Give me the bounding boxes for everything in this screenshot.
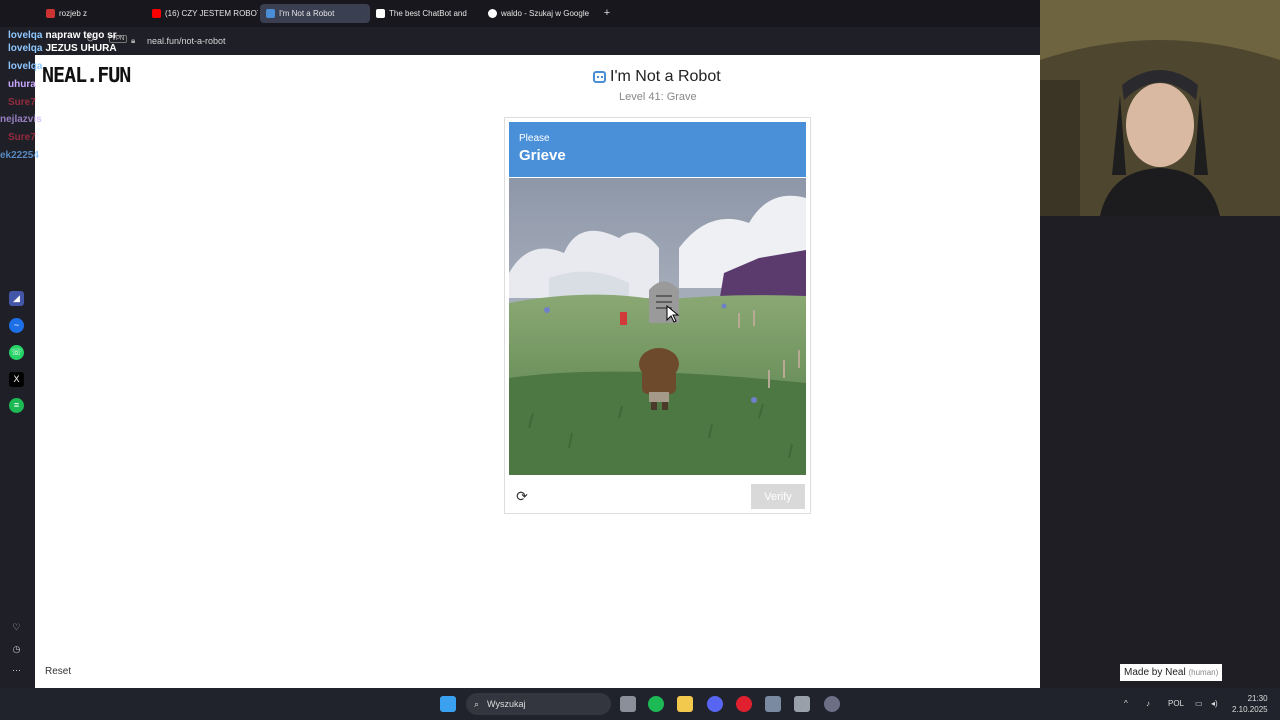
x-twitter-icon[interactable]: X	[9, 372, 24, 387]
page-title: I'm Not a Robot	[593, 68, 721, 86]
more-icon[interactable]: ⋯	[10, 664, 23, 677]
neal-fun-logo[interactable]: NEAL.FUN	[42, 63, 131, 87]
made-by-neal-badge[interactable]: Made by Neal (human)	[1120, 664, 1223, 681]
taskbar-search[interactable]: ⌕ Wyszukaj	[466, 693, 611, 715]
webcam-feed	[1040, 0, 1280, 216]
chat-message: ek22254	[0, 150, 42, 161]
refresh-icon[interactable]: ⟳	[514, 488, 530, 504]
app-icon[interactable]	[765, 696, 781, 712]
captcha-header: Please Grieve	[509, 122, 806, 177]
tab-5[interactable]: waldo - Szukaj w Google	[482, 4, 596, 23]
robot-icon	[593, 71, 606, 83]
level-subtitle: Level 41: Grave	[619, 91, 697, 103]
chat-message: Sure7	[8, 97, 39, 108]
grave-scene-image	[509, 178, 806, 475]
chat-text: napraw tego sr	[45, 30, 117, 41]
spotify-icon[interactable]: ≡	[9, 398, 24, 413]
chatbot-icon	[376, 9, 385, 18]
reset-button[interactable]: Reset	[45, 666, 71, 677]
clock-date: 2.10.2025	[1232, 705, 1268, 714]
captcha-challenge-word: Grieve	[519, 147, 566, 164]
task-view-icon[interactable]	[620, 696, 636, 712]
tab-4[interactable]: The best ChatBot and	[370, 4, 482, 23]
chat-message: Sure7	[8, 132, 39, 143]
chat-username: uhura	[8, 79, 36, 90]
taskbar-clock[interactable]: 21:30 2.10.2025	[1232, 693, 1268, 715]
opera-gx-icon[interactable]	[736, 696, 752, 712]
captcha-box: Please Grieve ⟳ Verify	[504, 117, 811, 514]
heart-icon[interactable]: ♡	[10, 621, 23, 634]
tab-1[interactable]: rozjeb z	[40, 4, 146, 23]
search-placeholder: Wyszukaj	[487, 699, 526, 709]
spotify-taskbar-icon[interactable]	[648, 696, 664, 712]
chat-username: Sure7	[8, 97, 36, 108]
address-bar: ↻ VPN 🔒︎ neal.fun/not-a-robot	[0, 27, 1040, 55]
discord-icon[interactable]	[707, 696, 723, 712]
tab-label: I'm Not a Robot	[279, 9, 335, 18]
aria-icon[interactable]: ◢	[9, 291, 24, 306]
tab-label: The best ChatBot and	[389, 9, 467, 18]
lock-icon: 🔒︎	[131, 36, 136, 45]
windows-start-icon[interactable]	[440, 696, 456, 712]
browser-tab-bar: rozjeb z (16) CZY JESTEM ROBOTEM I'm Not…	[0, 0, 1040, 27]
tab-label: rozjeb z	[59, 9, 88, 18]
chat-username: lovelqa	[8, 43, 43, 54]
verify-button[interactable]: Verify	[751, 484, 805, 509]
tab-label: (16) CZY JESTEM ROBOTEM	[165, 9, 258, 18]
page-title-text: I'm Not a Robot	[610, 68, 721, 85]
volume-icon[interactable]: ◂)	[1211, 699, 1218, 708]
file-explorer-icon[interactable]	[677, 696, 693, 712]
chat-message: nejlazvis	[0, 114, 45, 125]
chat-text: JEZUS UHURA	[45, 43, 117, 54]
tray-chevron-icon[interactable]: ^	[1124, 699, 1128, 708]
network-icon[interactable]: ▭	[1195, 699, 1203, 708]
language-indicator[interactable]: POL	[1168, 699, 1184, 708]
chat-message: uhura	[8, 79, 39, 90]
chat-username: nejlazvis	[0, 114, 42, 125]
microphone-icon[interactable]: ♪	[1146, 699, 1150, 708]
tab-label: waldo - Szukaj w Google	[501, 9, 590, 18]
made-by-text: Made by Neal	[1124, 667, 1186, 678]
captcha-footer: ⟳ Verify	[505, 478, 810, 513]
captcha-instruction: Please	[519, 133, 550, 144]
url-field[interactable]: neal.fun/not-a-robot	[147, 36, 226, 46]
clock-time: 21:30	[1247, 694, 1268, 703]
human-label: (human)	[1188, 668, 1219, 677]
messenger-icon[interactable]: ~	[9, 318, 24, 333]
chat-username: lovelqa	[8, 30, 43, 41]
chat-message: lovelqa napraw tego sr	[8, 30, 117, 41]
page-content: NEAL.FUN I'm Not a Robot Level 41: Grave…	[35, 55, 1040, 688]
youtube-icon	[152, 9, 161, 18]
webcam-image	[1040, 0, 1280, 216]
tab-3-active[interactable]: I'm Not a Robot	[260, 4, 370, 23]
whatsapp-icon[interactable]: ☏	[9, 345, 24, 360]
chat-message: lovelqa JEZUS UHURA	[8, 43, 117, 54]
tab-favicon-icon	[46, 9, 55, 18]
windows-taskbar: ⌕ Wyszukaj ^ ♪ POL ▭ ◂) 21:30 2.10.2025	[0, 688, 1280, 720]
chat-username: Sure7	[8, 132, 36, 143]
obs-icon[interactable]	[794, 696, 810, 712]
google-icon	[488, 9, 497, 18]
app-icon-2[interactable]	[824, 696, 840, 712]
chat-message: lovelqa	[8, 61, 45, 72]
robot-favicon-icon	[266, 9, 275, 18]
search-icon: ⌕	[474, 698, 480, 709]
chat-username: ek22254	[0, 150, 39, 161]
new-tab-plus-icon[interactable]: +	[600, 6, 614, 20]
history-icon[interactable]: ◷	[10, 643, 23, 656]
screen: rozjeb z (16) CZY JESTEM ROBOTEM I'm Not…	[0, 0, 1280, 720]
chat-username: lovelqa	[8, 61, 43, 72]
tab-2[interactable]: (16) CZY JESTEM ROBOTEM	[146, 4, 258, 23]
captcha-game-scene[interactable]	[509, 178, 806, 475]
